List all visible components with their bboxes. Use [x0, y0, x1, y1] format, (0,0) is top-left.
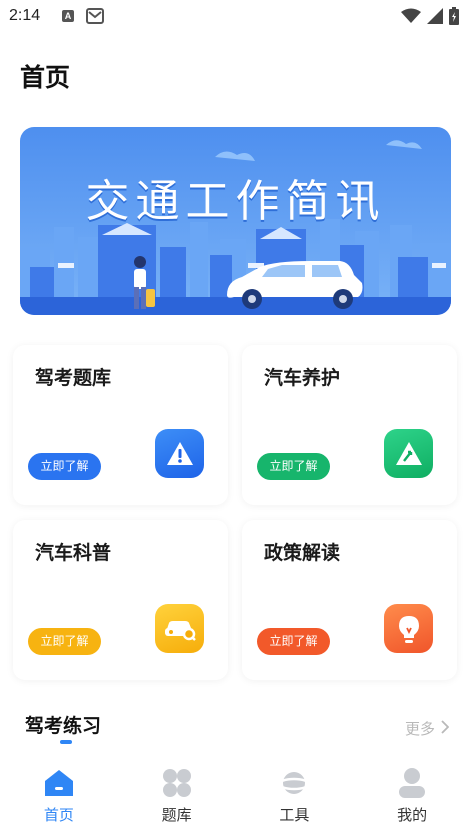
- card-car-science[interactable]: 汽车科普 立即了解: [13, 520, 228, 680]
- grid-icon: [160, 766, 194, 800]
- wifi-icon: [401, 8, 421, 28]
- section-title: 驾考练习: [25, 715, 102, 737]
- learn-more-button[interactable]: 立即了解: [28, 628, 101, 655]
- card-driving-test-bank[interactable]: 驾考题库 立即了解: [13, 345, 228, 505]
- nav-label: 题库: [161, 806, 192, 824]
- card-title: 驾考题库: [35, 367, 112, 389]
- mail-icon: [86, 8, 104, 24]
- banner[interactable]: 交通工作简讯: [20, 127, 451, 315]
- chevron-right-icon: [441, 719, 450, 738]
- a-notification-icon: A: [62, 10, 74, 22]
- lightbulb-icon: [384, 604, 433, 653]
- car-search-icon: [155, 604, 204, 653]
- signal-icon: [427, 8, 443, 28]
- planet-icon: [277, 766, 311, 800]
- more-link[interactable]: 更多: [404, 718, 450, 739]
- page-title: 首页: [20, 63, 71, 92]
- card-title: 汽车养护: [264, 367, 341, 389]
- card-car-maintenance[interactable]: 汽车养护 立即了解: [242, 345, 457, 505]
- card-policy-interpretation[interactable]: 政策解读 立即了解: [242, 520, 457, 680]
- card-title: 政策解读: [264, 542, 341, 564]
- learn-more-button[interactable]: 立即了解: [28, 453, 101, 480]
- section-title-indicator: [60, 740, 72, 744]
- more-label: 更多: [404, 720, 435, 738]
- nav-label: 首页: [43, 806, 74, 824]
- nav-item-mine[interactable]: 我的: [353, 752, 471, 837]
- status-time: 2:14: [9, 7, 41, 24]
- nav-item-question-bank[interactable]: 题库: [118, 752, 236, 837]
- learn-more-button[interactable]: 立即了解: [257, 453, 330, 480]
- nav-item-home[interactable]: 首页: [0, 752, 118, 837]
- battery-icon: [449, 7, 459, 29]
- warning-triangle-icon: [155, 429, 204, 478]
- bottom-nav: 首页 题库 工具 我的: [0, 752, 471, 837]
- banner-title: 交通工作简讯: [85, 176, 386, 227]
- status-bar: 2:14 A: [0, 0, 471, 32]
- nav-item-tools[interactable]: 工具: [236, 752, 354, 837]
- nav-label: 我的: [397, 806, 428, 824]
- user-icon: [395, 766, 429, 800]
- card-title: 汽车科普: [35, 542, 112, 564]
- road-sign-icon: [384, 429, 433, 478]
- learn-more-button[interactable]: 立即了解: [257, 628, 330, 655]
- home-icon: [42, 766, 76, 800]
- nav-label: 工具: [279, 806, 310, 824]
